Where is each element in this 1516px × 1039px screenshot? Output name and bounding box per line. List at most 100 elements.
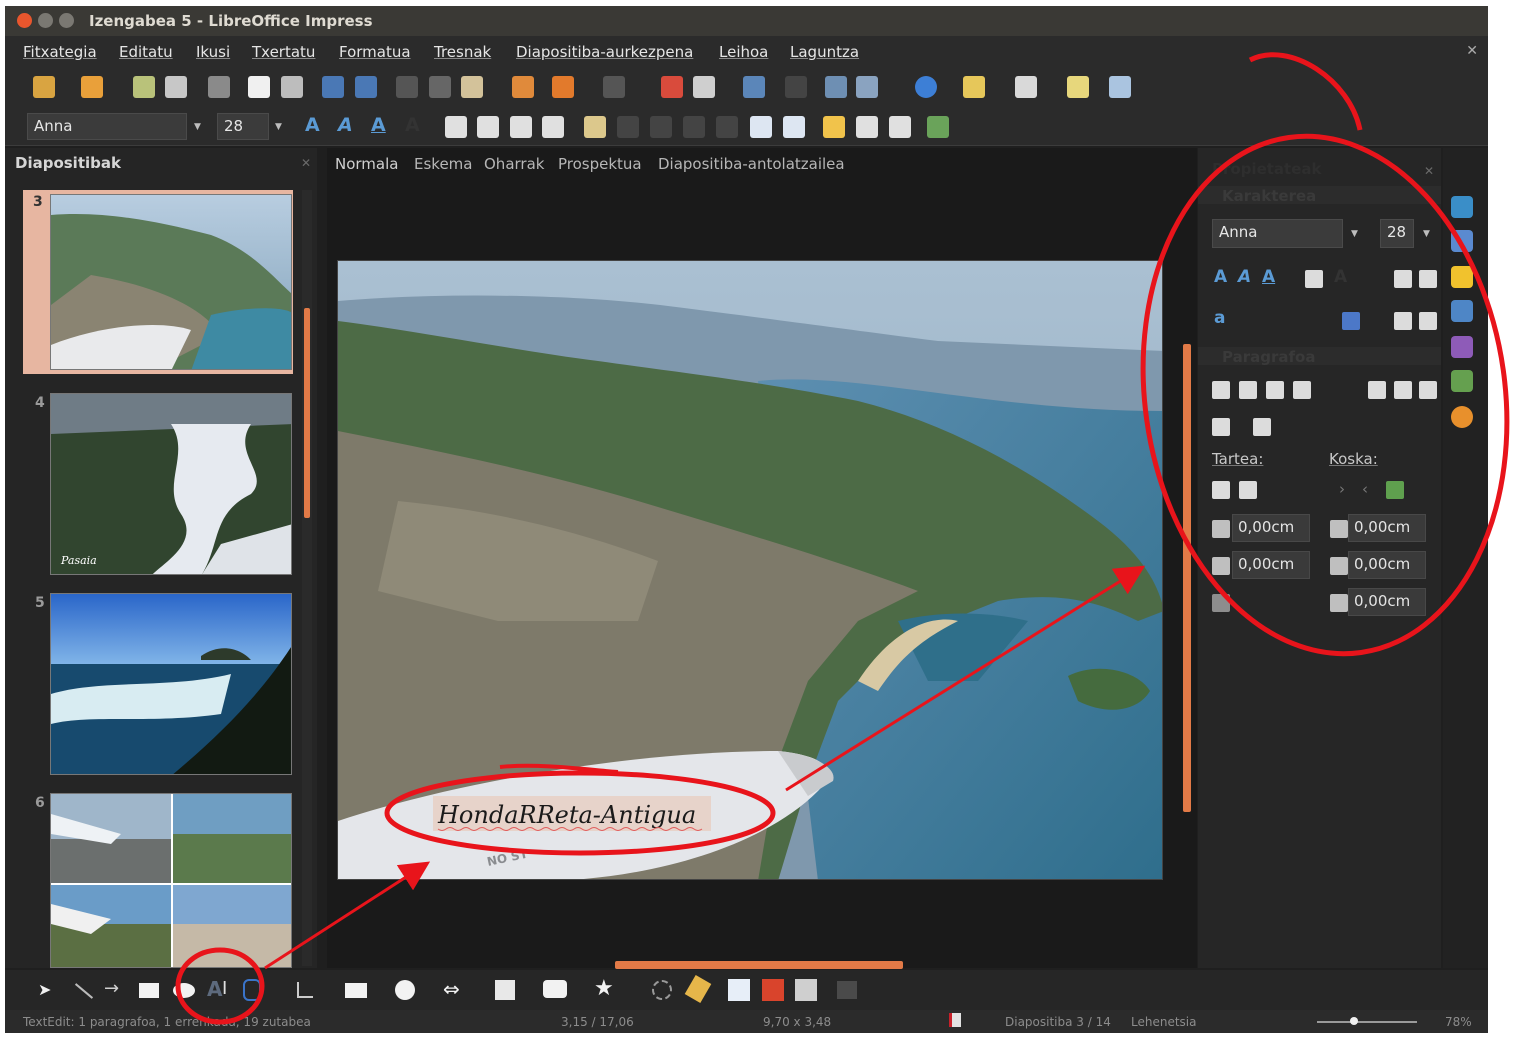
master-slides-deck-icon[interactable] [1451,300,1473,322]
line-spacing-icon[interactable] [1212,594,1230,612]
find-icon[interactable] [856,76,878,98]
insert-image-icon[interactable] [762,979,784,1001]
promote-icon[interactable] [617,116,639,138]
basic-shapes-icon[interactable] [345,983,367,998]
sidebar-align-left-icon[interactable] [1212,381,1230,399]
paragraph-icon[interactable] [856,116,878,138]
sidebar-numbering-icon[interactable] [1253,418,1271,436]
line-icon[interactable] [74,983,94,999]
sidebar-increase-spacing-icon[interactable] [1212,481,1230,499]
font-size-dropdown-icon[interactable]: ▼ [275,122,282,132]
master-icon[interactable] [1067,76,1089,98]
menu-tools[interactable]: Tresnak [434,43,491,61]
slide-thumbnail-3[interactable]: 3 [23,190,293,374]
font-size-box[interactable]: 28 [217,113,269,140]
callouts-icon[interactable] [543,980,567,998]
gallery-star-icon[interactable] [1451,266,1473,288]
curve-icon[interactable] [243,979,261,1001]
bullets-icon[interactable] [584,116,606,138]
sidebar-decrease-spacing-icon[interactable] [1239,481,1257,499]
edit-file-icon[interactable] [208,76,230,98]
vertical-scroll-thumb[interactable] [1183,344,1191,812]
menu-slideshow[interactable]: Diapositiba-aurkezpena [516,43,693,61]
rectangle-icon[interactable] [139,983,159,998]
tab-notes[interactable]: Oharrak [484,155,544,173]
animation-deck-icon[interactable] [1451,336,1473,358]
help-icon[interactable] [915,76,937,98]
shadow-icon[interactable]: A [405,114,420,136]
select-arrow-icon[interactable]: ➤ [38,980,51,999]
below-spacing-input[interactable]: 0,00cm [1232,551,1310,579]
justify-icon[interactable] [542,116,564,138]
save-icon[interactable] [133,76,155,98]
navigator-compass-icon[interactable] [1451,406,1473,428]
menu-format[interactable]: Formatua [339,43,411,61]
copy-icon[interactable] [429,76,451,98]
slide-icon[interactable] [963,76,985,98]
block-arrows-icon[interactable]: ⇔ [443,977,460,1001]
autospellcheck-icon[interactable] [355,76,377,98]
italic-icon[interactable]: A [338,114,353,136]
underline-icon[interactable]: A [371,114,386,136]
redo-icon[interactable] [603,76,625,98]
slide-text-box[interactable]: HondaRReta-Antigua [437,801,696,829]
zoom-icon[interactable] [825,76,847,98]
tab-normal[interactable]: Normala [335,155,398,173]
align-center-icon[interactable] [477,116,499,138]
new-icon[interactable] [33,76,55,98]
sidebar-hanging-indent-icon[interactable] [1386,481,1404,499]
table-icon[interactable] [693,76,715,98]
navigator-icon[interactable] [743,76,765,98]
grid-icon[interactable] [785,76,807,98]
horizontal-scroll-thumb[interactable] [615,961,903,969]
layout-icon[interactable] [1015,76,1037,98]
tab-handout[interactable]: Prospektua [558,155,642,173]
current-slide[interactable]: NO ST HondaRReta-Antigua [337,260,1163,880]
sidebar-font-color-icon[interactable]: a [1214,308,1225,328]
sidebar-align-center-icon[interactable] [1239,381,1257,399]
cut-icon[interactable] [396,76,418,98]
align-right-icon[interactable] [510,116,532,138]
spellcheck-icon[interactable] [322,76,344,98]
sidebar-shadow-icon[interactable]: A [1334,267,1347,287]
close-window-button[interactable] [17,13,32,28]
menu-help[interactable]: Laguntza [790,43,859,61]
stars-icon[interactable]: ★ [594,976,614,1001]
font-name-dropdown-icon[interactable]: ▼ [194,122,201,132]
ellipse-icon[interactable] [173,983,195,998]
sidebar-strikethrough-icon[interactable] [1305,270,1323,288]
fontwork-icon[interactable] [728,979,750,1001]
align-left-icon[interactable] [445,116,467,138]
sidebar-font-name-box[interactable]: Anna [1212,219,1343,248]
sidebar-increase-indent-icon[interactable]: › [1339,480,1345,498]
slideshow-icon[interactable] [1109,76,1131,98]
chart-icon[interactable] [661,76,683,98]
sidebar-font-size-box[interactable]: 28 [1380,219,1414,248]
sidebar-subscript-icon[interactable] [1419,270,1437,288]
print-icon[interactable] [281,76,303,98]
before-indent-input[interactable]: 0,00cm [1348,514,1426,542]
sidebar-align-top-icon[interactable] [1368,381,1386,399]
paste-icon[interactable] [461,76,483,98]
properties-deck-icon[interactable] [1451,196,1473,218]
transition-deck-icon[interactable] [1451,370,1473,392]
slide-thumbnail-5[interactable]: 5 [23,593,293,777]
clone-formatting-icon[interactable] [512,76,534,98]
demote-icon[interactable] [650,116,672,138]
slide-thumbnail-6[interactable]: 6 [23,793,293,968]
after-indent-input[interactable]: 0,00cm [1348,551,1426,579]
sidebar-shrink-font-icon[interactable] [1419,312,1437,330]
slides-panel-close-icon[interactable]: ✕ [301,156,311,170]
extrusion-icon[interactable] [795,979,817,1001]
sidebar-align-right-icon[interactable] [1266,381,1284,399]
close-document-icon[interactable]: ✕ [1466,43,1478,59]
sidebar-underline-icon[interactable]: A [1262,267,1275,287]
sidebar-justify-icon[interactable] [1293,381,1311,399]
slides-scroll-thumb[interactable] [304,308,310,518]
sidebar-italic-icon[interactable]: A [1238,267,1251,287]
sidebar-align-middle-icon[interactable] [1394,381,1412,399]
text-tool-icon[interactable]: A [207,977,222,1001]
sidebar-decrease-indent-icon[interactable]: ‹ [1362,480,1368,498]
symbol-shapes-icon[interactable] [395,980,415,1000]
slide-thumbnail-4[interactable]: 4 Pasaia [23,393,293,577]
